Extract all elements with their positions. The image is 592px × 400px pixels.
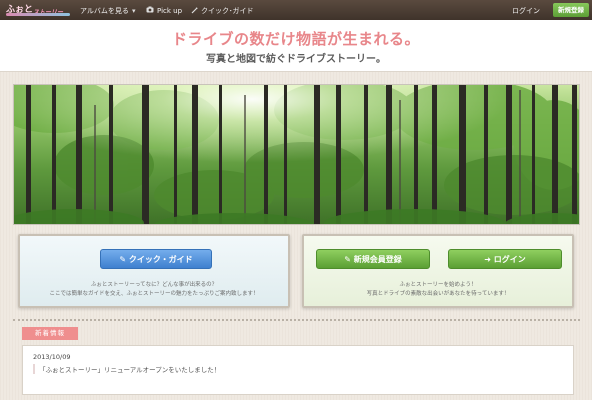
quick-guide-button-label: クイック・ガイド [128, 255, 193, 264]
sub-tagline: 写真と地図で紡ぐドライブストーリー。 [206, 54, 386, 65]
member-register-button[interactable]: ✎ 新規会員登録 [316, 249, 430, 269]
section-divider [13, 319, 580, 321]
member-description-line2: 写真とドライブの素敵な出会いがあなたを待っています！ [366, 291, 510, 297]
pencil-icon: ✎ [344, 255, 354, 264]
member-description-line1: ふぉとストーリーを始めよう！ [399, 282, 477, 288]
quick-guide-panel: ✎ クイック・ガイド ふぉとストーリーってなに？どんな事が出来るの？ ここでは簡… [18, 234, 290, 308]
nav-albums-dropdown[interactable]: アルバムを見る ▾ [80, 6, 135, 16]
news-heading: 新着情報 [22, 327, 78, 340]
nav-pickup-label: Pick up [157, 6, 183, 15]
wand-icon: ✎ [119, 255, 129, 264]
news-item-link[interactable]: 「ふぉとストーリー」リニューアルオープンをいたしました！ [33, 364, 220, 374]
camera-icon [146, 6, 154, 15]
magic-wand-icon [191, 7, 198, 16]
main-tagline: ドライブの数だけ物語が生まれる。 [171, 30, 420, 48]
member-panel: ✎ 新規会員登録 ➜ ログイン ふぉとストーリーを始めよう！ 写真とドライブの素… [302, 234, 574, 308]
news-box: 2013/10/09 「ふぉとストーリー」リニューアルオープンをいたしました！ [22, 345, 574, 395]
register-button[interactable]: 新規登録 [553, 3, 589, 17]
page-header: ドライブの数だけ物語が生まれる。 写真と地図で紡ぐドライブストーリー。 [0, 20, 592, 72]
member-login-button-label: ログイン [493, 255, 526, 264]
login-link[interactable]: ログイン [512, 6, 540, 16]
top-navigation-bar: ふぉと ストーリー アルバムを見る ▾ Pick up クイック･ガイド ログイ… [0, 0, 592, 20]
site-logo[interactable]: ふぉと ストーリー [3, 2, 73, 18]
nav-albums-label: アルバムを見る [80, 7, 129, 15]
nav-quick-guide[interactable]: クイック･ガイド [191, 6, 254, 16]
member-register-button-label: 新規会員登録 [353, 255, 402, 264]
member-login-button[interactable]: ➜ ログイン [448, 249, 562, 269]
nav-quick-guide-label: クイック･ガイド [201, 7, 254, 15]
forest-illustration [14, 85, 579, 224]
news-date: 2013/10/09 [33, 353, 71, 361]
nav-pickup[interactable]: Pick up [146, 6, 182, 15]
guide-description-line2: ここでは簡単なガイドを交え、ふぉとストーリーの魅力をたっぷりご案内致します！ [49, 291, 259, 297]
logo-swoosh [6, 13, 70, 16]
hero-forest-image [13, 84, 580, 225]
caret-down-icon: ▾ [131, 7, 136, 15]
sign-in-icon: ➜ [484, 255, 494, 264]
quick-guide-button[interactable]: ✎ クイック・ガイド [100, 249, 212, 269]
guide-description-line1: ふぉとストーリーってなに？どんな事が出来るの？ [90, 282, 218, 288]
